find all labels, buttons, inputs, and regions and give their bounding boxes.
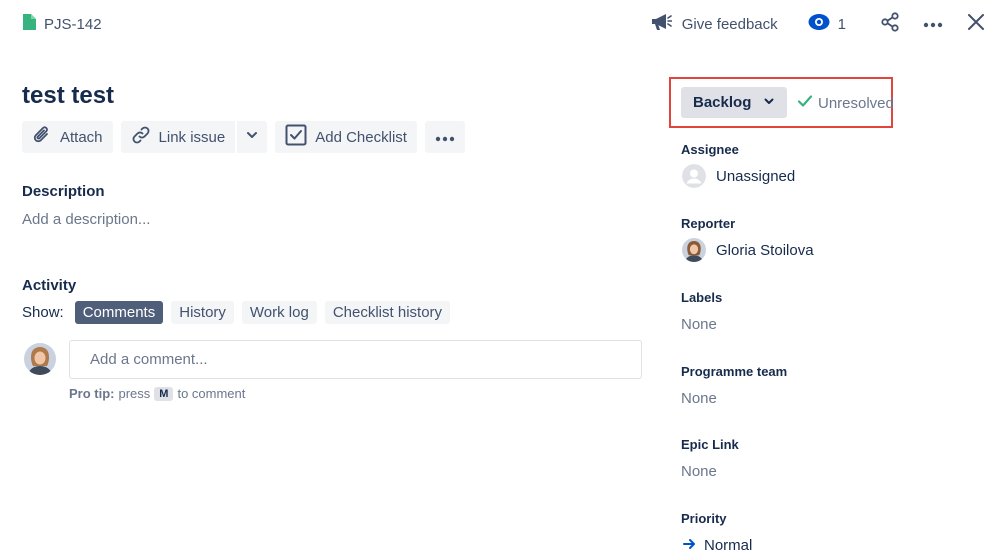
reporter-avatar <box>682 238 706 262</box>
show-label: Show: <box>22 304 64 321</box>
toolbar-more-button[interactable] <box>424 121 465 153</box>
more-horizontal-icon <box>923 15 943 33</box>
status-dropdown[interactable]: Backlog <box>681 87 787 118</box>
description-field[interactable]: Add a description... <box>22 211 150 228</box>
top-actions: Give feedback 1 <box>650 10 998 38</box>
more-horizontal-icon <box>435 129 455 146</box>
story-page-icon <box>22 13 36 35</box>
attach-button[interactable]: Attach <box>22 121 113 153</box>
tab-work-log[interactable]: Work log <box>241 301 317 324</box>
labels-value[interactable]: None <box>681 316 717 333</box>
add-checklist-label: Add Checklist <box>315 128 407 146</box>
issue-key-link[interactable]: PJS-142 <box>22 13 102 35</box>
resolution-status: Unresolved <box>797 94 894 112</box>
issue-toolbar: Attach Link issue Add Checklist <box>22 121 465 153</box>
keyboard-shortcut-key: M <box>154 386 174 401</box>
reporter-value: Gloria Stoilova <box>716 241 814 259</box>
check-icon <box>797 94 813 112</box>
link-issue-dropdown[interactable] <box>237 121 268 153</box>
assignee-value: Unassigned <box>716 167 796 185</box>
assignee-field[interactable]: Unassigned <box>682 164 795 188</box>
pro-tip-label: Pro tip: <box>69 386 115 401</box>
watch-count: 1 <box>837 15 846 33</box>
programme-team-value[interactable]: None <box>681 390 717 407</box>
close-button[interactable] <box>962 10 990 38</box>
priority-value: Normal <box>704 537 753 554</box>
share-button[interactable] <box>876 10 904 38</box>
arrow-right-icon <box>683 537 696 554</box>
tab-checklist-history[interactable]: Checklist history <box>324 301 451 324</box>
add-checklist-button[interactable]: Add Checklist <box>275 121 417 153</box>
unassigned-avatar-icon <box>682 164 706 188</box>
labels-label: Labels <box>681 290 723 305</box>
watch-button[interactable]: 1 <box>808 13 846 36</box>
pro-tip-press: press <box>118 386 151 401</box>
tab-history[interactable]: History <box>171 301 234 324</box>
link-issue-group: Link issue <box>120 121 268 153</box>
megaphone-icon <box>650 12 673 37</box>
more-actions-button[interactable] <box>919 10 947 38</box>
comment-input[interactable] <box>69 340 642 379</box>
link-issue-button[interactable]: Link issue <box>120 121 236 153</box>
pro-tip-rest: to comment <box>177 386 246 401</box>
share-icon <box>880 11 900 37</box>
activity-heading: Activity <box>22 277 77 294</box>
priority-field[interactable]: Normal <box>683 537 752 554</box>
reporter-label: Reporter <box>681 216 736 231</box>
checkbox-checked-icon <box>285 124 307 150</box>
give-feedback-button[interactable]: Give feedback <box>650 12 778 37</box>
epic-link-label: Epic Link <box>681 437 739 452</box>
resolution-value: Unresolved <box>818 94 894 112</box>
attach-label: Attach <box>60 128 103 146</box>
assignee-label: Assignee <box>681 142 739 157</box>
close-icon <box>968 13 984 35</box>
give-feedback-label: Give feedback <box>681 15 778 33</box>
description-heading: Description <box>22 183 105 200</box>
chevron-down-icon <box>245 128 259 146</box>
priority-label: Priority <box>681 511 727 526</box>
pro-tip: Pro tip: press M to comment <box>69 386 245 401</box>
issue-title[interactable]: test test <box>22 82 114 110</box>
epic-link-value[interactable]: None <box>681 463 717 480</box>
activity-filter: Show: Comments History Work log Checklis… <box>22 301 451 324</box>
tab-comments[interactable]: Comments <box>74 301 164 324</box>
link-issue-label: Link issue <box>158 128 226 146</box>
current-user-avatar <box>24 343 56 375</box>
programme-team-label: Programme team <box>681 364 788 379</box>
status-value: Backlog <box>693 94 752 111</box>
reporter-field[interactable]: Gloria Stoilova <box>682 238 814 262</box>
issue-key-text: PJS-142 <box>44 15 102 33</box>
chevron-down-icon <box>763 94 775 111</box>
paperclip-icon <box>32 125 52 149</box>
link-icon <box>131 125 151 149</box>
eye-icon <box>808 13 830 36</box>
